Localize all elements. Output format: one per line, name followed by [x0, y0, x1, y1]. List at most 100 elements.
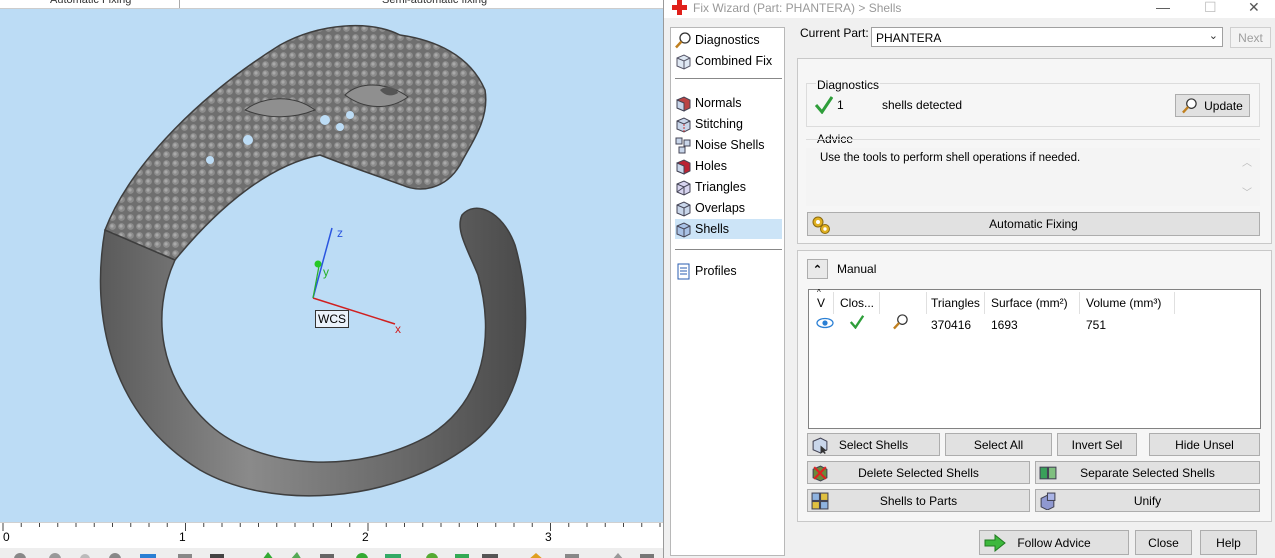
normals-cube-icon: [676, 95, 691, 112]
nav-item-stitching[interactable]: Stitching: [675, 114, 782, 134]
nav-item-holes[interactable]: Holes: [675, 156, 782, 176]
title-bar: Fix Wizard (Part: PHANTERA) > Shells — ☐…: [664, 0, 1275, 18]
ruler-label: 3: [545, 530, 552, 544]
nav-item-combined-fix[interactable]: Combined Fix: [675, 51, 782, 71]
nav-label: Noise Shells: [695, 138, 765, 152]
current-part-select[interactable]: PHANTERA ⌄: [871, 27, 1223, 47]
mode-tabs: Automatic Fixing Semi-automatic fixing: [0, 0, 663, 9]
window-title: Fix Wizard (Part: PHANTERA) > Shells: [693, 1, 902, 15]
maximize-icon[interactable]: ☐: [1204, 0, 1217, 16]
select-shells-label: Select Shells: [838, 437, 909, 452]
separate-selected-label: Separate Selected Shells: [1080, 465, 1215, 480]
fix-wizard-dialog: Fix Wizard (Part: PHANTERA) > Shells — ☐…: [663, 0, 1275, 558]
automatic-fixing-button[interactable]: Automatic Fixing: [807, 212, 1260, 236]
select-all-button[interactable]: Select All: [945, 433, 1052, 456]
bottom-toolbar: [0, 548, 663, 558]
stitching-cube-icon: [676, 116, 691, 133]
follow-advice-label: Follow Advice: [1017, 535, 1091, 550]
nav-label: Shells: [695, 222, 730, 236]
eye-icon[interactable]: [816, 317, 834, 329]
next-button[interactable]: Next: [1230, 27, 1271, 48]
3d-viewport[interactable]: Automatic Fixing Semi-automatic fixing z…: [0, 0, 663, 558]
ruler: 0 1 2 3: [0, 522, 663, 548]
nav-item-overlaps[interactable]: Overlaps: [675, 198, 782, 218]
wcs-label: WCS: [315, 310, 349, 328]
nav-item-profiles[interactable]: Profiles: [675, 261, 782, 281]
close-window-icon[interactable]: ✕: [1248, 0, 1260, 16]
nav-item-noise-shells[interactable]: Noise Shells: [675, 135, 782, 155]
separate-selected-shells-button[interactable]: Separate Selected Shells: [1035, 461, 1260, 484]
nav-divider: [675, 78, 782, 79]
fix-wizard-icon: [672, 0, 687, 15]
delete-shells-icon: [812, 465, 828, 482]
cell-volume: 751: [1086, 318, 1107, 332]
arrow-right-icon: [984, 534, 1006, 552]
current-part-value: PHANTERA: [876, 31, 942, 45]
column-separator: [1174, 292, 1175, 314]
update-label: Update: [1204, 98, 1243, 113]
column-header-v[interactable]: V: [817, 296, 825, 310]
axis-x-label: x: [395, 322, 401, 336]
shells-cube-icon: [676, 221, 691, 238]
axis-z-label: z: [337, 226, 343, 240]
nav-label: Combined Fix: [695, 54, 773, 68]
advice-frame: [806, 139, 1260, 140]
close-button[interactable]: Close: [1135, 530, 1192, 555]
minimize-icon[interactable]: —: [1156, 0, 1170, 15]
column-separator: [984, 292, 985, 314]
cell-surface: 1693: [991, 318, 1018, 332]
help-button[interactable]: Help: [1200, 530, 1257, 555]
nav-item-triangles[interactable]: Triangles: [675, 177, 782, 197]
column-header-triangles[interactable]: Triangles: [931, 296, 980, 310]
cube-icon: [676, 53, 691, 70]
invert-selection-button[interactable]: Invert Sel: [1057, 433, 1137, 456]
shells-to-parts-button[interactable]: Shells to Parts: [807, 489, 1030, 512]
hide-unselected-button[interactable]: Hide Unsel: [1149, 433, 1260, 456]
scroll-up-icon[interactable]: ︿: [1242, 154, 1252, 169]
scroll-down-icon[interactable]: ﹀: [1242, 184, 1252, 199]
collapse-manual-button[interactable]: ⌃: [807, 259, 828, 279]
magnifier-icon: [1182, 97, 1197, 113]
magnifier-icon[interactable]: [893, 314, 909, 330]
advice-textbox[interactable]: Use the tools to perform shell operation…: [806, 148, 1260, 206]
update-button[interactable]: Update: [1175, 94, 1250, 117]
select-shells-button[interactable]: Select Shells: [807, 433, 940, 456]
tab-divider: [179, 0, 180, 8]
nav-label: Holes: [695, 159, 727, 173]
column-separator: [879, 292, 880, 314]
ruler-label: 1: [179, 530, 186, 544]
advice-scrollbar[interactable]: ︿ ﹀: [1238, 148, 1258, 206]
shells-to-parts-label: Shells to Parts: [879, 493, 958, 508]
nav-label: Diagnostics: [695, 33, 760, 47]
nav-item-normals[interactable]: Normals: [675, 93, 782, 113]
gears-icon: [812, 216, 830, 234]
select-cube-icon: [812, 437, 828, 454]
shells-table[interactable]: V ^ Clos... Triangles Surface (mm²) Volu…: [808, 288, 1261, 429]
triangles-cube-icon: [676, 179, 691, 196]
shells-detected-text: shells detected: [882, 98, 963, 112]
wizard-nav: Diagnostics Combined Fix Normals Stitchi…: [670, 27, 785, 556]
ruler-label: 2: [362, 530, 369, 544]
column-header-surface[interactable]: Surface (mm²): [991, 296, 1068, 310]
nav-item-shells[interactable]: Shells: [675, 219, 782, 239]
column-header-volume[interactable]: Volume (mm³): [1086, 296, 1161, 310]
advice-text: Use the tools to perform shell operation…: [820, 152, 1081, 164]
nav-label: Stitching: [695, 117, 743, 131]
shells-count: 1: [837, 98, 844, 112]
tab-automatic-fixing[interactable]: Automatic Fixing: [50, 0, 131, 8]
noise-shells-icon: [675, 137, 691, 153]
column-header-closed[interactable]: Clos...: [840, 296, 874, 310]
nav-divider: [675, 249, 782, 250]
unify-button[interactable]: Unify: [1035, 489, 1260, 512]
separate-shells-icon: [1039, 466, 1057, 480]
tab-semi-automatic-fixing[interactable]: Semi-automatic fixing: [382, 0, 487, 8]
unify-icon: [1040, 492, 1056, 510]
sort-icon: ^: [817, 288, 821, 297]
check-icon: [849, 315, 865, 329]
chevron-down-icon: ⌄: [1208, 30, 1218, 42]
delete-selected-shells-button[interactable]: Delete Selected Shells: [807, 461, 1030, 484]
nav-item-diagnostics[interactable]: Diagnostics: [675, 30, 782, 50]
automatic-fixing-label: Automatic Fixing: [989, 217, 1078, 231]
follow-advice-button[interactable]: Follow Advice: [979, 530, 1129, 555]
nav-label: Profiles: [695, 264, 737, 278]
